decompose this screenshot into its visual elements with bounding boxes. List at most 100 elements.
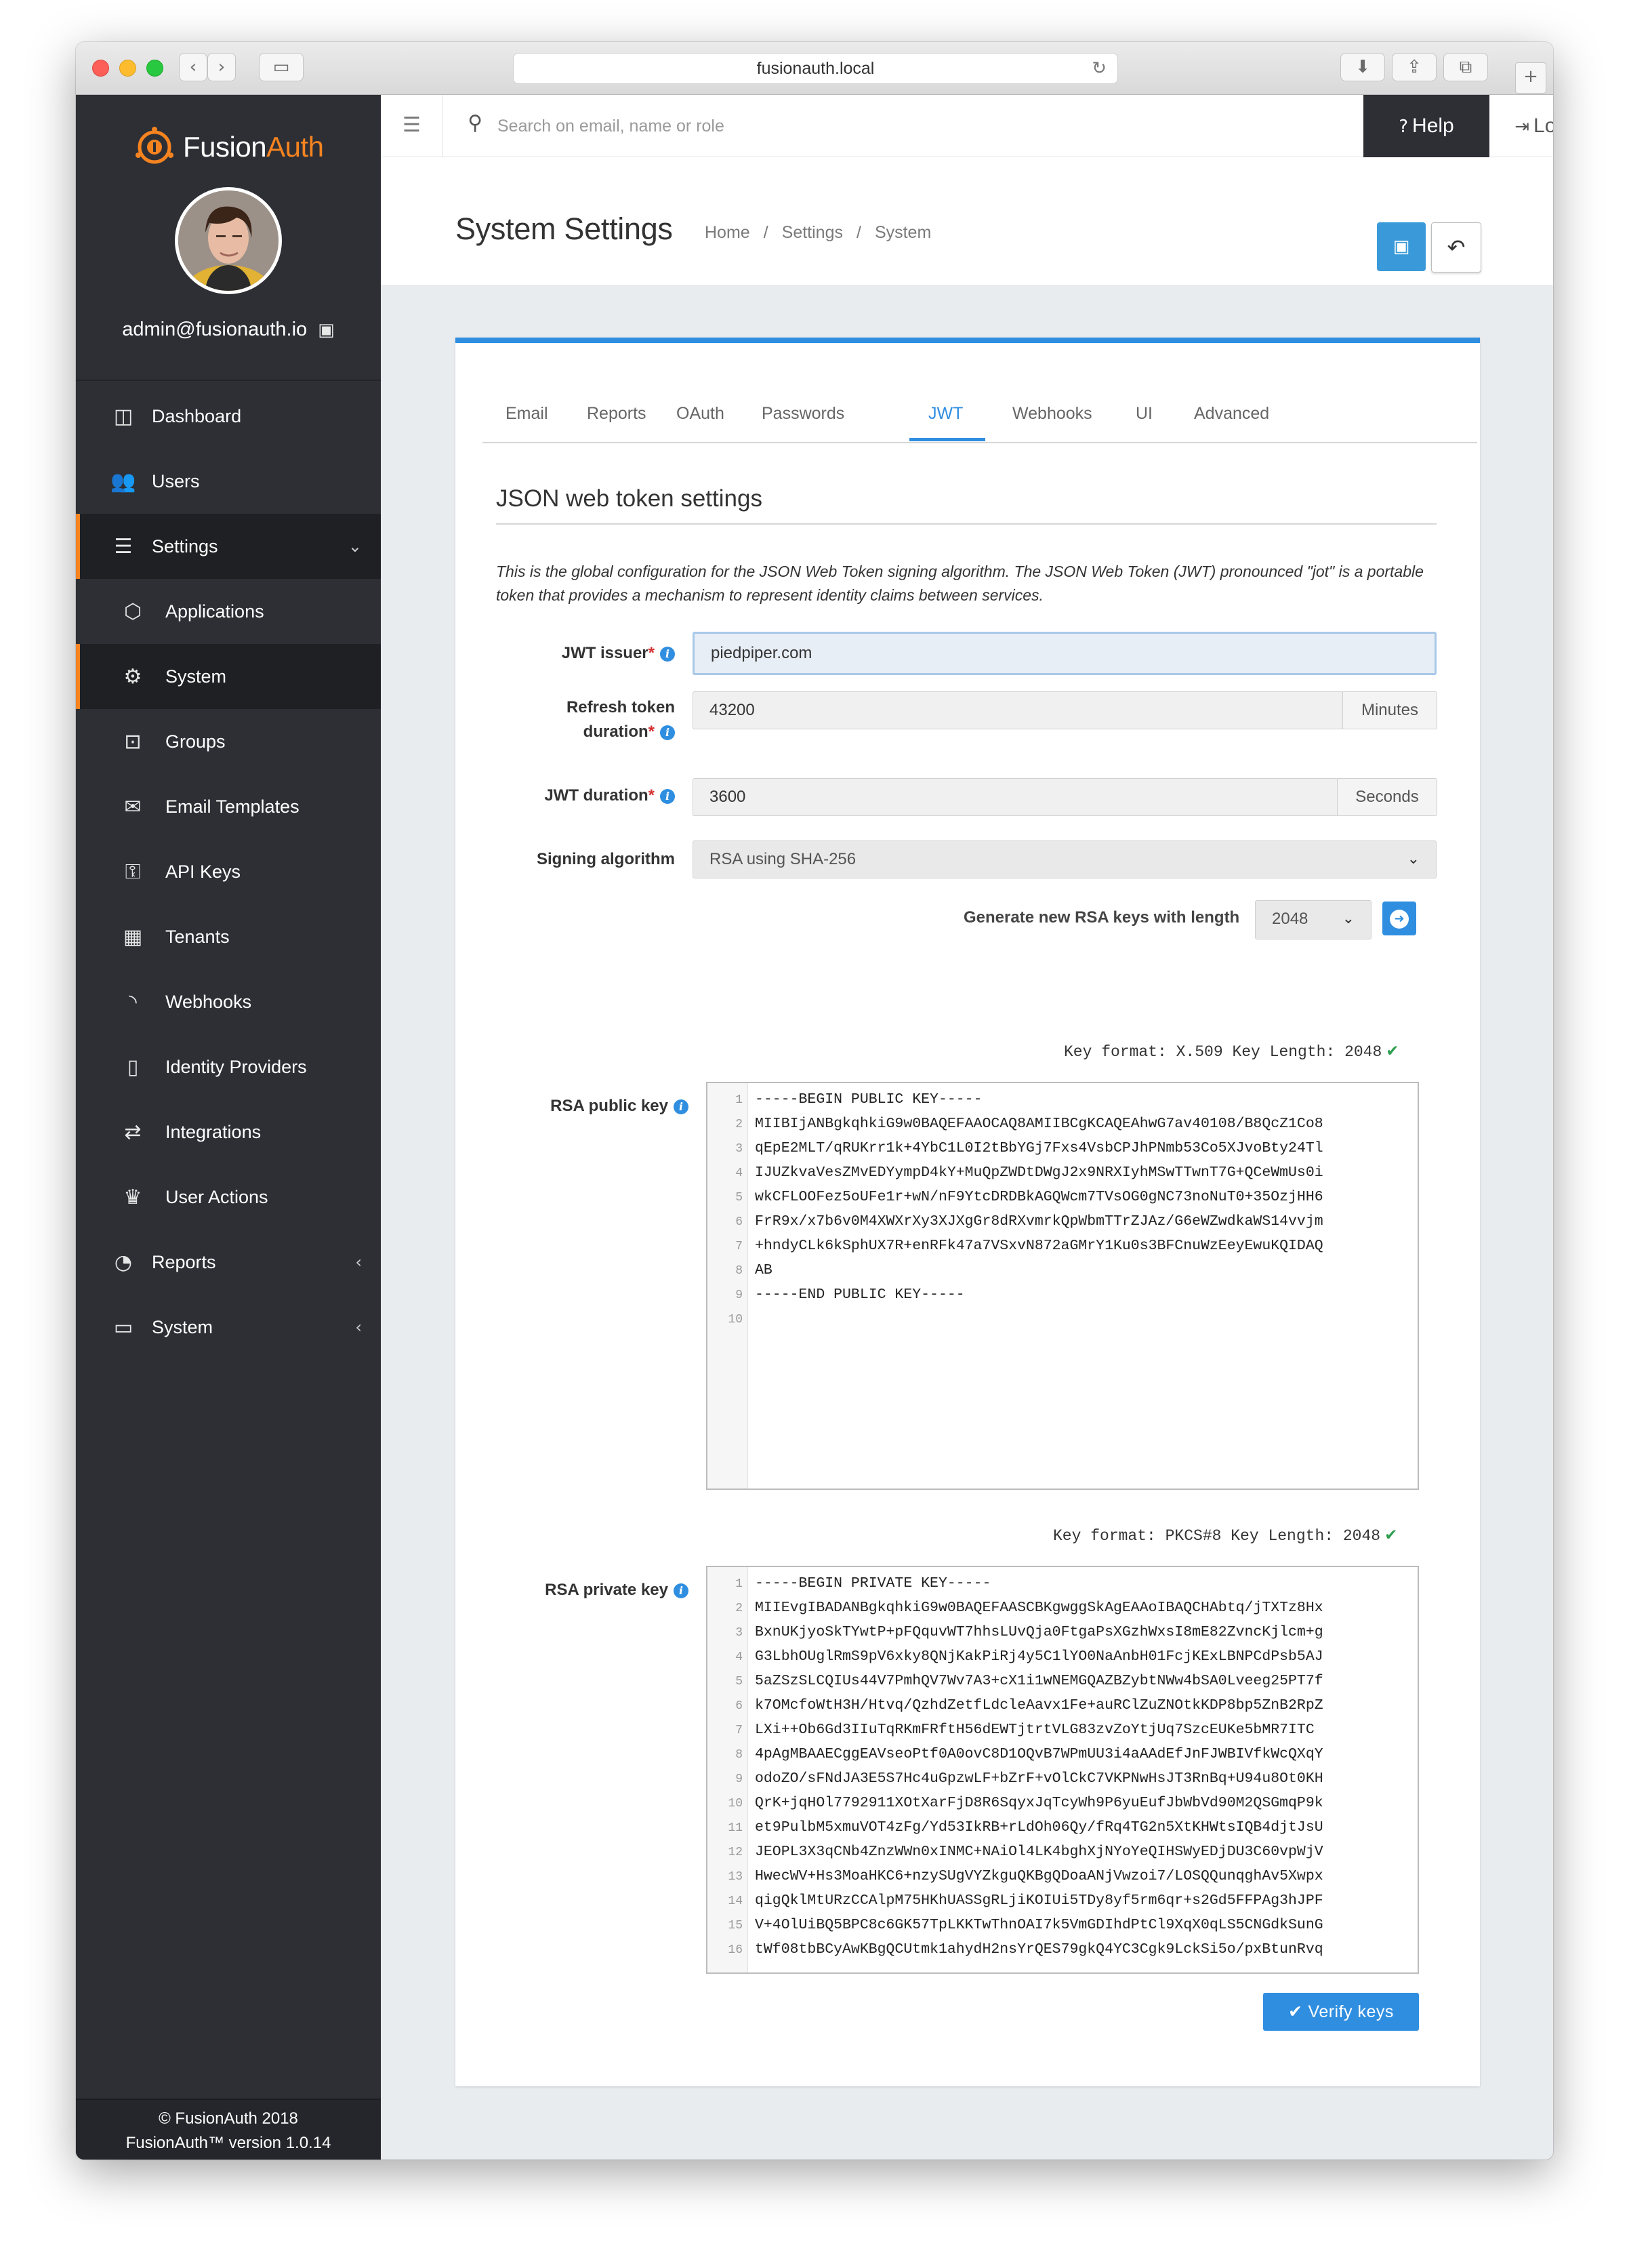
forward-icon[interactable]: › — [207, 53, 236, 81]
breadcrumb-home[interactable]: Home — [705, 223, 750, 242]
refresh-token-duration-label: Refresh token duration* i — [496, 695, 675, 744]
sidebar-item-groups[interactable]: ⊡ Groups — [76, 709, 381, 774]
code-line-text: -----BEGIN PUBLIC KEY----- — [755, 1091, 983, 1108]
sidebar-item-label: Tenants — [165, 926, 230, 947]
code-line: 4 G3LbhOUglRmS9pV6xky8QNjKakPiRj4y5C1lYO0… — [707, 1648, 1323, 1673]
code-line-text: odoZO/sFNdJA3E5S7Hc4uGpzwLF+bZrF+vOlCkC7… — [755, 1770, 1323, 1787]
private-key-meta-text: Key format: PKCS#8 Key Length: 2048 — [1053, 1527, 1381, 1545]
sidebar-item-identity-providers[interactable]: ▯ Identity Providers — [76, 1034, 381, 1099]
back-icon[interactable]: ‹ — [179, 53, 207, 81]
key-length-select[interactable]: 2048 ⌄ — [1255, 900, 1372, 939]
sidebar-item-label: Identity Providers — [165, 1056, 307, 1077]
id-card-icon[interactable]: ▣ — [318, 320, 335, 340]
sidebar-item-reports[interactable]: ◔ Reports ‹ — [76, 1230, 381, 1295]
sidebar-item-applications[interactable]: ⬡ Applications — [76, 579, 381, 644]
sidebar-item-label: System — [152, 1316, 213, 1337]
sidebar-toggle-icon[interactable]: ▭ — [259, 53, 304, 81]
code-line-text: qigQklMtURzCCAlpM75HKhUASSgRLjiKOIUi5TDy… — [755, 1892, 1323, 1909]
sidebar-item-dashboard[interactable]: ◫ Dashboard — [76, 384, 381, 449]
code-line: 1 -----BEGIN PRIVATE KEY----- — [707, 1575, 991, 1600]
logout-button[interactable]: ⇥Logout — [1489, 95, 1553, 157]
sidebar: FusionAuth admin@fusionauth.io ▣ ◫ Dashbo… — [76, 95, 381, 2160]
code-line-text: FrR9x/x7b6v0M4XWXrXy3XJXgGr8dRXvmrkQpWbm… — [755, 1213, 1323, 1230]
close-window-button[interactable] — [92, 60, 109, 77]
section-divider — [496, 523, 1437, 525]
sidebar-item-user-actions[interactable]: ♛ User Actions — [76, 1165, 381, 1230]
jwt-duration-input[interactable] — [693, 778, 1338, 816]
exchange-icon: ⇄ — [124, 1120, 142, 1144]
search-input[interactable] — [497, 110, 1107, 142]
arrow-circle-right-icon: ➜ — [1390, 910, 1409, 929]
info-icon[interactable]: i — [674, 1099, 688, 1114]
help-button[interactable]: ? Help — [1363, 95, 1489, 157]
code-line: 9 -----END PUBLIC KEY----- — [707, 1287, 964, 1311]
sidebar-item-label: Email Templates — [165, 796, 300, 817]
reload-icon[interactable]: ↻ — [1092, 54, 1107, 83]
zoom-window-button[interactable] — [146, 60, 163, 77]
code-line-text: V+4OlUiBQ5BPC8c6GK57TpLKKTwThnOAI7k5VmGD… — [755, 1917, 1323, 1933]
code-line: 8 4pAgMBAAECggEAVseoPtf0A0ovC8D1OQvB7WPmU… — [707, 1746, 1323, 1770]
code-line-text: G3LbhOUglRmS9pV6xky8QNjKakPiRj4y5C1lYO0N… — [755, 1648, 1323, 1665]
code-line: 10 — [707, 1311, 743, 1335]
tab-ui[interactable]: UI — [1136, 404, 1153, 424]
line-number: 4 — [735, 1167, 743, 1180]
selected-value: 2048 — [1272, 910, 1308, 928]
cancel-button[interactable]: ↶ — [1431, 222, 1481, 272]
tab-email[interactable]: Email — [506, 404, 548, 424]
sidebar-item-integrations[interactable]: ⇄ Integrations — [76, 1099, 381, 1165]
tab-advanced[interactable]: Advanced — [1194, 404, 1269, 424]
chevron-left-icon: ‹ — [355, 1318, 362, 1337]
code-line: 8 AB — [707, 1262, 772, 1287]
address-bar[interactable]: fusionauth.local ↻ — [513, 53, 1118, 84]
tab-passwords[interactable]: Passwords — [762, 404, 844, 424]
code-line: 14 qigQklMtURzCCAlpM75HKhUASSgRLjiKOIUi5T… — [707, 1892, 1323, 1917]
signing-algorithm-select[interactable]: RSA using SHA-256 ⌄ — [693, 841, 1437, 878]
tab-webhooks[interactable]: Webhooks — [1012, 404, 1092, 424]
info-icon[interactable]: i — [660, 647, 675, 662]
save-button[interactable]: ▣ — [1377, 222, 1426, 271]
breadcrumb-settings[interactable]: Settings — [782, 223, 843, 242]
tab-oauth[interactable]: OAuth — [676, 404, 724, 424]
menu-toggle-icon[interactable]: ☰ — [381, 95, 443, 157]
generate-keys-button[interactable]: ➜ — [1382, 902, 1416, 935]
line-number: 14 — [728, 1895, 743, 1908]
code-line: 6 FrR9x/x7b6v0M4XWXrXy3XJXgGr8dRXvmrkQpWb… — [707, 1213, 1323, 1238]
jwt-description: This is the global configuration for the… — [496, 563, 1424, 604]
sidebar-item-tenants[interactable]: ▦ Tenants — [76, 904, 381, 969]
rsa-private-key-editor[interactable]: 1 -----BEGIN PRIVATE KEY----- 2 MIIEvgIBADA… — [706, 1566, 1419, 1974]
label-text: RSA public key — [550, 1097, 668, 1115]
code-line: 4 IJUZkvaVesZMvEDYympD4kY+MuQpZWDtDWgJ2x9… — [707, 1165, 1323, 1189]
line-number: 5 — [735, 1675, 743, 1688]
avatar[interactable] — [175, 187, 282, 294]
tab-reports[interactable]: Reports — [587, 404, 646, 424]
info-icon[interactable]: i — [660, 725, 675, 740]
private-key-meta: Key format: PKCS#8 Key Length: 2048 ✔ — [1053, 1526, 1397, 1545]
sidebar-item-webhooks[interactable]: ◝ Webhooks — [76, 969, 381, 1034]
new-tab-icon[interactable]: + — [1515, 62, 1546, 94]
sidebar-item-api-keys[interactable]: ⚿ API Keys — [76, 839, 381, 904]
sidebar-item-system-settings[interactable]: ⚙ System — [76, 644, 381, 709]
sidebar-item-users[interactable]: 👥 Users — [76, 449, 381, 514]
sidebar-item-settings[interactable]: ☰ Settings ⌄ — [76, 514, 381, 579]
code-line: 9 odoZO/sFNdJA3E5S7Hc4uGpzwLF+bZrF+vOlCkC… — [707, 1770, 1323, 1795]
fusionauth-logo[interactable]: FusionAuth — [133, 123, 324, 171]
rsa-public-key-editor[interactable]: 1 -----BEGIN PUBLIC KEY----- 2 MIIBIjANBgkq… — [706, 1082, 1419, 1490]
minimize-window-button[interactable] — [119, 60, 136, 77]
sidebar-item-label: Dashboard — [152, 405, 242, 426]
info-icon[interactable]: i — [660, 789, 675, 804]
line-number: 1 — [735, 1577, 743, 1591]
tabs-overview-icon[interactable]: ⧉ — [1443, 53, 1488, 81]
jwt-issuer-input[interactable] — [693, 632, 1437, 675]
user-email: admin@fusionauth.io ▣ — [76, 319, 381, 341]
verify-keys-button[interactable]: ✔ Verify keys — [1263, 1993, 1419, 2031]
sidebar-item-system[interactable]: ▭ System ‹ — [76, 1295, 381, 1360]
download-icon[interactable]: ⬇ — [1340, 53, 1385, 81]
share-icon[interactable]: ⇪ — [1392, 53, 1437, 81]
tab-jwt[interactable]: JWT — [928, 404, 963, 424]
refresh-token-duration-input[interactable] — [693, 691, 1343, 729]
code-line-text: k7OMcfoWtH3H/Htvq/QzhdZetfLdcleAavx1Fe+a… — [755, 1697, 1323, 1714]
sidebar-item-email-templates[interactable]: ✉ Email Templates — [76, 774, 381, 839]
chevron-down-icon: ⌄ — [1407, 851, 1420, 868]
required-marker: * — [648, 786, 655, 805]
info-icon[interactable]: i — [674, 1583, 688, 1598]
